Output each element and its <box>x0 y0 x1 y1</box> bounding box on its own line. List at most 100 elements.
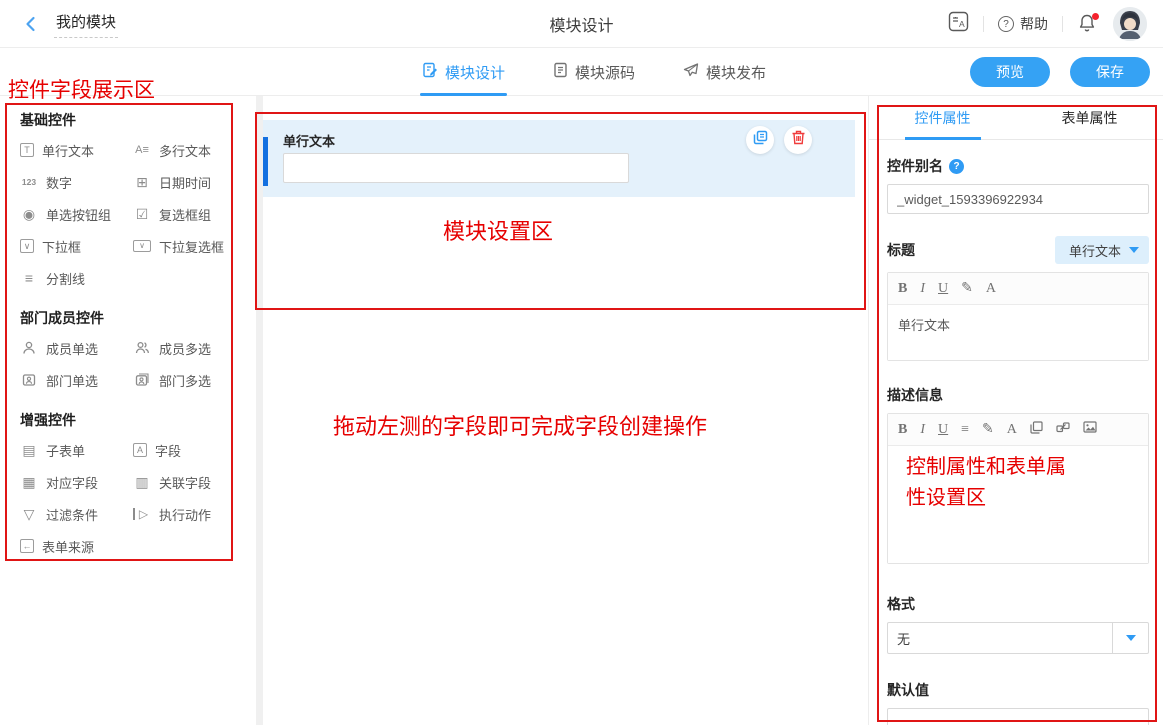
field-icon: A <box>133 443 147 457</box>
section-title-basic: 基础控件 <box>20 110 248 130</box>
mapped-field-icon: ▦ <box>20 475 38 489</box>
dropdown-icon: ∨ <box>20 239 34 253</box>
sidebar-item-multi-line-text[interactable]: A≡多行文本 <box>133 134 248 166</box>
description-rich-editor[interactable]: B I U ≡ ✎ A <box>887 413 1149 564</box>
sidebar-item-department-multi[interactable]: 部门多选 <box>133 364 248 396</box>
link-icon[interactable] <box>1056 421 1070 439</box>
tab-module-design[interactable]: 模块设计 <box>420 48 507 96</box>
selected-widget-card[interactable]: 单行文本 <box>263 120 855 197</box>
sidebar-item-datetime[interactable]: ⊞日期时间 <box>133 166 248 198</box>
module-name[interactable]: 我的模块 <box>54 9 118 38</box>
help-button[interactable]: ? 帮助 <box>998 14 1048 34</box>
description-editor-content[interactable] <box>888 446 1148 563</box>
widget-text-input[interactable] <box>283 153 629 183</box>
underline-icon[interactable]: U <box>938 281 948 297</box>
italic-icon[interactable]: I <box>920 422 925 438</box>
widget-label: 单行文本 <box>283 131 335 150</box>
help-label: 帮助 <box>1020 14 1048 34</box>
sidebar-item-radio-group[interactable]: ◉单选按钮组 <box>20 198 133 230</box>
translate-icon[interactable]: A <box>948 11 969 37</box>
design-doc-icon <box>422 62 438 82</box>
toolbar: 模块设计 模块源码 模块发布 预览 保存 <box>0 48 1163 96</box>
sidebar-item-divider-line[interactable]: ≡分割线 <box>20 262 133 294</box>
sidebar-item-member-single[interactable]: 成员单选 <box>20 332 133 364</box>
question-circle-icon: ? <box>998 16 1014 32</box>
sidebar-item-field[interactable]: A字段 <box>133 434 248 466</box>
filter-icon: ▽ <box>20 507 38 521</box>
duplicate-icon <box>753 130 768 150</box>
bold-icon[interactable]: B <box>898 422 907 438</box>
pencil-icon[interactable]: ✎ <box>982 421 994 438</box>
bold-icon[interactable]: B <box>898 281 907 297</box>
back-icon[interactable] <box>22 15 40 33</box>
tab-module-publish[interactable]: 模块发布 <box>681 48 768 96</box>
copy-icon[interactable] <box>1030 421 1043 439</box>
divider-icon: ≡ <box>20 271 38 285</box>
form-source-icon: ← <box>20 539 34 553</box>
italic-icon[interactable]: I <box>920 281 925 297</box>
title-editor-content[interactable]: 单行文本 <box>888 305 1148 360</box>
chevron-down-icon <box>1129 247 1139 253</box>
format-select[interactable]: 无 <box>887 622 1149 654</box>
single-line-text-icon: T <box>20 143 34 157</box>
delete-widget-button[interactable] <box>784 126 812 154</box>
widget-type-dropdown[interactable]: 单行文本 <box>1055 236 1149 264</box>
default-value-input[interactable] <box>887 708 1149 725</box>
sidebar-item-linked-field[interactable]: ▥关联字段 <box>133 466 248 498</box>
properties-panel: 控件属性 表单属性 控件别名 ? 标题 单行文本 B I U ✎ A 单行文本 <box>868 96 1163 725</box>
tab-module-source[interactable]: 模块源码 <box>551 48 637 96</box>
selection-accent-bar <box>263 137 268 186</box>
align-icon[interactable]: ≡ <box>961 422 969 438</box>
sidebar-item-single-line-text[interactable]: T单行文本 <box>20 134 133 166</box>
calendar-icon: ⊞ <box>133 175 151 189</box>
top-header: 我的模块 模块设计 A ? 帮助 <box>0 0 1163 48</box>
svg-text:A: A <box>959 19 965 29</box>
underline-icon[interactable]: U <box>938 422 948 438</box>
pencil-icon[interactable]: ✎ <box>961 280 973 297</box>
publish-plane-icon <box>683 62 699 82</box>
save-button[interactable]: 保存 <box>1070 57 1150 87</box>
sidebar-item-number[interactable]: 123数字 <box>20 166 133 198</box>
notification-bell-icon[interactable] <box>1077 13 1099 35</box>
sidebar-item-member-multi[interactable]: 成员多选 <box>133 332 248 364</box>
source-doc-icon <box>553 62 568 82</box>
chevron-down-icon <box>1112 623 1148 653</box>
default-value-label: 默认值 <box>887 680 929 700</box>
widget-sidebar: 基础控件 T单行文本 A≡多行文本 123数字 ⊞日期时间 ◉单选按钮组 ☑复选… <box>0 96 248 725</box>
checkbox-group-icon: ☑ <box>133 207 151 221</box>
description-label: 描述信息 <box>887 385 943 405</box>
radio-group-icon: ◉ <box>20 207 38 221</box>
alias-help-icon[interactable]: ? <box>949 159 964 174</box>
sidebar-item-checkbox-group[interactable]: ☑复选框组 <box>133 198 248 230</box>
section-title-members: 部门成员控件 <box>20 308 248 328</box>
sidebar-item-execute-action[interactable]: ▷执行动作 <box>133 498 248 530</box>
sidebar-item-filter-condition[interactable]: ▽过滤条件 <box>20 498 133 530</box>
divider <box>983 16 984 32</box>
notification-dot <box>1092 13 1099 20</box>
member-multi-icon <box>133 340 151 356</box>
dropdown-multi-icon: ∨ <box>133 240 151 252</box>
divider <box>1062 16 1063 32</box>
section-title-enhanced: 增强控件 <box>20 410 248 430</box>
font-color-icon[interactable]: A <box>986 281 996 297</box>
font-color-icon[interactable]: A <box>1007 422 1017 438</box>
preview-button[interactable]: 预览 <box>970 57 1050 87</box>
sidebar-item-subform[interactable]: ▤子表单 <box>20 434 133 466</box>
user-avatar[interactable] <box>1113 7 1147 41</box>
image-icon[interactable] <box>1083 421 1097 438</box>
sidebar-item-department-single[interactable]: 部门单选 <box>20 364 133 396</box>
action-icon: ▷ <box>133 508 151 520</box>
alias-input[interactable] <box>887 184 1149 214</box>
duplicate-widget-button[interactable] <box>746 126 774 154</box>
title-label: 标题 <box>887 240 915 260</box>
sidebar-item-dropdown-multi[interactable]: ∨下拉复选框 <box>133 230 248 262</box>
sidebar-item-dropdown[interactable]: ∨下拉框 <box>20 230 133 262</box>
title-rich-editor[interactable]: B I U ✎ A 单行文本 <box>887 272 1149 361</box>
sidebar-item-mapped-field[interactable]: ▦对应字段 <box>20 466 133 498</box>
department-multi-icon <box>133 372 151 388</box>
tab-form-properties[interactable]: 表单属性 <box>1016 96 1163 139</box>
design-canvas[interactable]: 单行文本 <box>263 96 868 725</box>
canvas-gutter <box>256 96 263 725</box>
tab-widget-properties[interactable]: 控件属性 <box>869 96 1016 139</box>
sidebar-item-form-source[interactable]: ←表单来源 <box>20 530 133 562</box>
